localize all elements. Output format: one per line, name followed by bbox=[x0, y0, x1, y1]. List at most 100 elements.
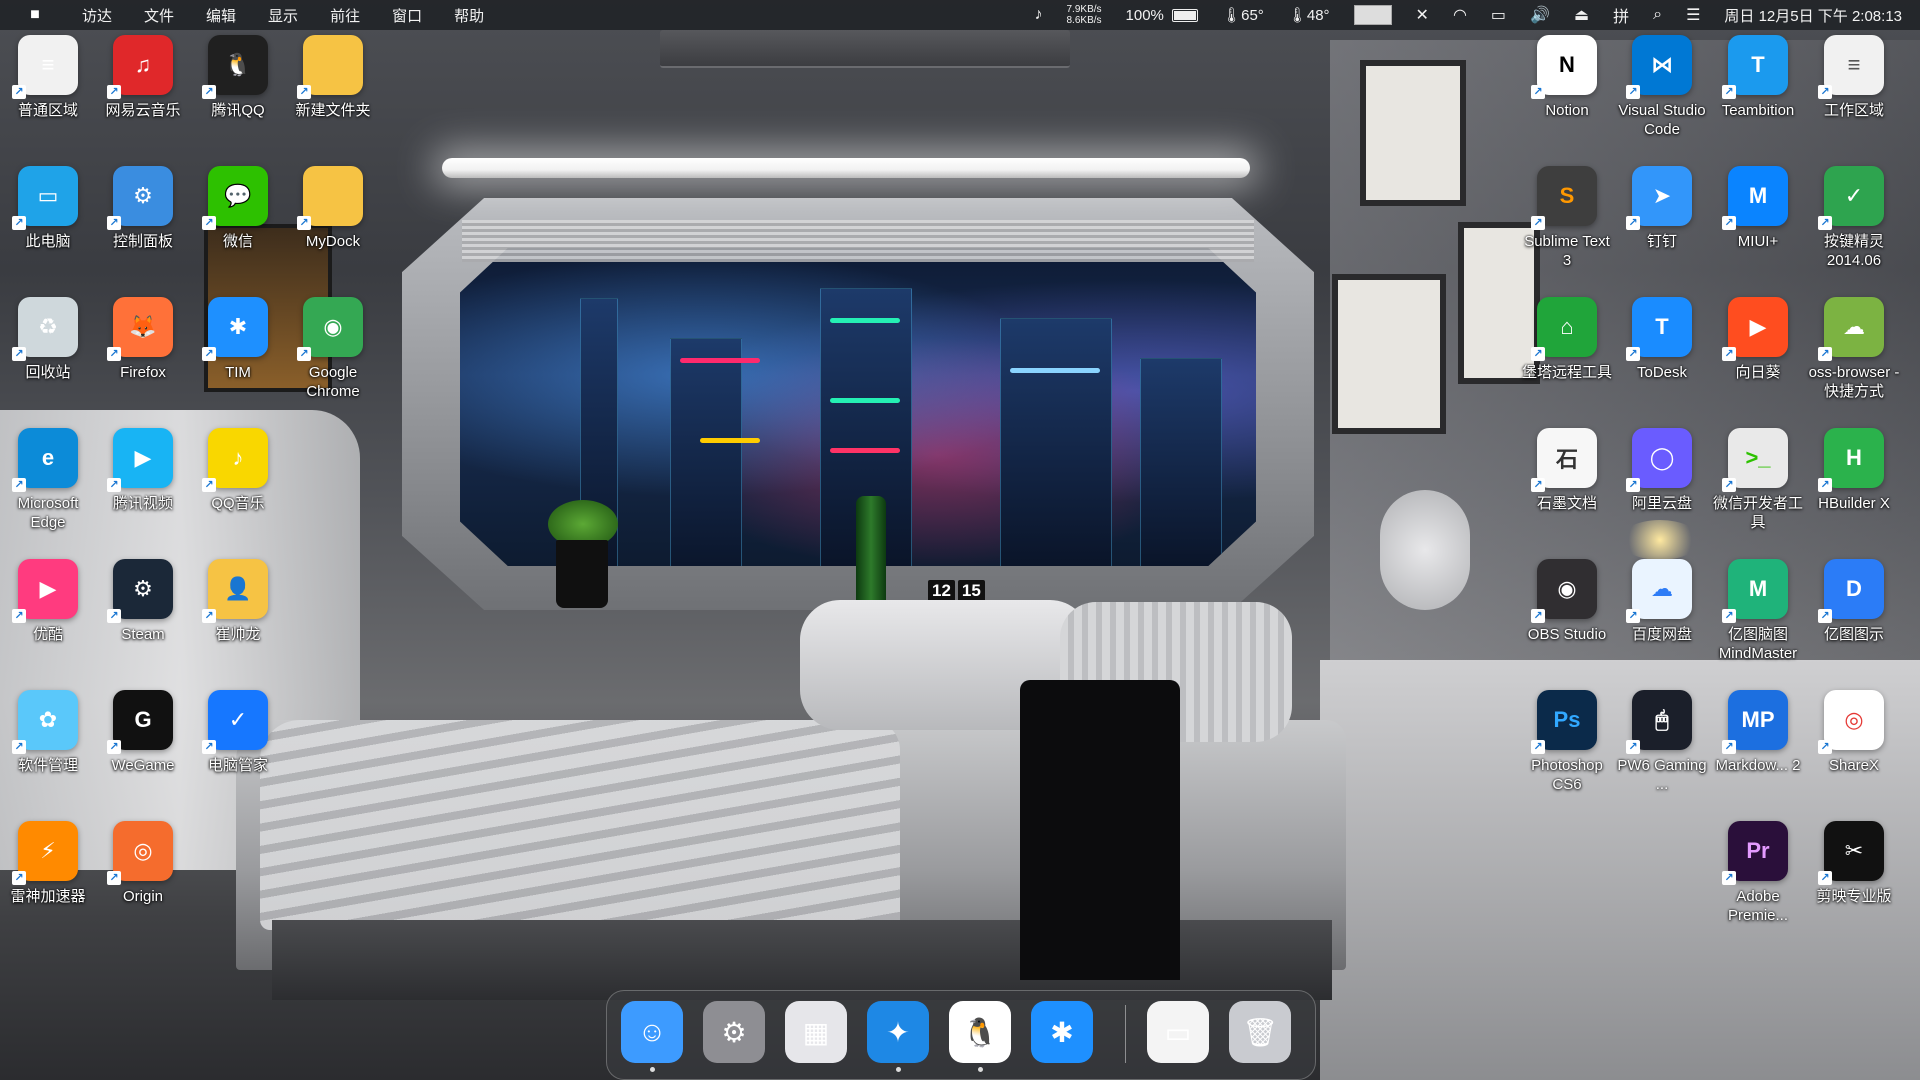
desktop-shortcut[interactable]: ☁ ↗ 百度网盘 bbox=[1614, 559, 1710, 644]
desktop-shortcut[interactable]: ⚙ ↗ Steam bbox=[95, 559, 191, 644]
desktop-shortcut[interactable]: M ↗ 亿图脑图MindMaster bbox=[1710, 559, 1806, 663]
battery-status[interactable]: 100% bbox=[1126, 7, 1199, 24]
network-speed[interactable]: 7.9KB/s 8.6KB/s bbox=[1067, 4, 1102, 26]
desktop-shortcut[interactable]: Pr ↗ Adobe Premie... bbox=[1710, 821, 1806, 925]
menu-go[interactable]: 前往 bbox=[330, 5, 360, 26]
menu-window[interactable]: 窗口 bbox=[392, 5, 422, 26]
desktop-shortcut[interactable]: 🖱 ↗ PW6 Gaming ... bbox=[1614, 690, 1710, 794]
desktop-shortcut[interactable]: ✂ ↗ 剪映专业版 bbox=[1806, 821, 1902, 906]
desktop-shortcut[interactable]: ✿ ↗ 软件管理 bbox=[0, 690, 96, 775]
spotlight-search-icon[interactable]: ⌕ bbox=[1653, 6, 1662, 24]
shortcut-arrow-icon: ↗ bbox=[202, 740, 216, 754]
folder-icon: ↗ bbox=[297, 166, 363, 230]
desktop-shortcut[interactable]: ▶ ↗ 优酷 bbox=[0, 559, 96, 644]
desktop-shortcut[interactable]: S ↗ Sublime Text 3 bbox=[1519, 166, 1615, 270]
desktop-shortcut-label: 向日葵 bbox=[1735, 364, 1781, 381]
mindmaster-icon: M ↗ bbox=[1722, 559, 1788, 623]
clock-hours: 12 bbox=[928, 580, 955, 602]
desktop-shortcut[interactable]: ⌂ ↗ 堡塔远程工具 bbox=[1519, 297, 1615, 382]
control-center-icon[interactable]: ☰ bbox=[1686, 5, 1700, 25]
finder-icon[interactable]: ☺ bbox=[621, 1001, 683, 1063]
tim-icon[interactable]: ✱ bbox=[1031, 1001, 1093, 1063]
desktop-shortcut[interactable]: ↗ 新建文件夹 bbox=[285, 35, 381, 120]
desktop-shortcut[interactable]: 石 ↗ 石墨文档 bbox=[1519, 428, 1615, 513]
desktop-shortcut[interactable]: T ↗ ToDesk bbox=[1614, 297, 1710, 382]
launchpad-icon[interactable]: ▦ bbox=[785, 1001, 847, 1063]
desktop-shortcut[interactable]: ✓ ↗ 按键精灵2014.06 bbox=[1806, 166, 1902, 270]
wifi-icon[interactable]: ◠ bbox=[1453, 5, 1467, 25]
qq-penguin-icon[interactable]: 🐧 bbox=[949, 1001, 1011, 1063]
shortcut-arrow-icon: ↗ bbox=[107, 478, 121, 492]
document-icon: ≡ ↗ bbox=[1818, 35, 1884, 99]
desktop-shortcut[interactable]: N ↗ Notion bbox=[1519, 35, 1615, 120]
wegame-icon: G ↗ bbox=[107, 690, 173, 754]
menu-help[interactable]: 帮助 bbox=[454, 5, 484, 26]
desktop-shortcut[interactable]: ♻ ↗ 回收站 bbox=[0, 297, 96, 382]
desktop-shortcut[interactable]: MP ↗ Markdow... 2 bbox=[1710, 690, 1806, 775]
clock-datetime[interactable]: 周日 12月5日 下午 2:08:13 bbox=[1724, 5, 1902, 26]
desktop-shortcut-label: Notion bbox=[1545, 102, 1589, 119]
desktop-shortcut[interactable]: ◯ ↗ 阿里云盘 bbox=[1614, 428, 1710, 513]
desktop-shortcut[interactable]: 👤 ↗ 崔帅龙 bbox=[190, 559, 286, 644]
shortcut-arrow-icon: ↗ bbox=[1818, 478, 1832, 492]
desktop-shortcut[interactable]: >_ ↗ 微信开发者工具 bbox=[1710, 428, 1806, 532]
script-icon[interactable]: ♪ bbox=[1035, 6, 1043, 24]
cpu-temp[interactable]: 🌡65° bbox=[1222, 6, 1264, 24]
desktop-shortcut[interactable]: M ↗ MIUI+ bbox=[1710, 166, 1806, 251]
shortcut-arrow-icon: ↗ bbox=[1531, 216, 1545, 230]
screenshot-document-icon[interactable]: ▭ bbox=[1147, 1001, 1209, 1063]
trash-icon[interactable]: 🗑 bbox=[1229, 1001, 1291, 1063]
desktop-shortcut[interactable]: ☁ ↗ oss-browser - 快捷方式 bbox=[1806, 297, 1902, 401]
desktop-shortcut-label: 腾讯QQ bbox=[211, 102, 265, 119]
desktop-shortcut[interactable]: ▶ ↗ 腾讯视频 bbox=[95, 428, 191, 513]
desktop-shortcut[interactable]: ➤ ↗ 钉钉 bbox=[1614, 166, 1710, 251]
display-icon[interactable]: ▭ bbox=[1491, 5, 1506, 25]
desktop-shortcut[interactable]: ⚡ ↗ 雷神加速器 bbox=[0, 821, 96, 906]
desktop-shortcut[interactable]: ▶ ↗ 向日葵 bbox=[1710, 297, 1806, 382]
desktop-shortcut[interactable]: ⋈ ↗ Visual Studio Code bbox=[1614, 35, 1710, 139]
desktop-shortcut[interactable]: ↗ MyDock bbox=[285, 166, 381, 251]
desktop-shortcut[interactable]: ◎ ↗ ShareX bbox=[1806, 690, 1902, 775]
vscode-icon: ⋈ ↗ bbox=[1626, 35, 1692, 99]
wechat-icon: 💬 ↗ bbox=[202, 166, 268, 230]
gpu-temp[interactable]: 🌡48° bbox=[1288, 6, 1330, 24]
desktop-shortcut[interactable]: D ↗ 亿图图示 bbox=[1806, 559, 1902, 644]
tencent-video-icon: ▶ ↗ bbox=[107, 428, 173, 492]
desktop-shortcut[interactable]: 💬 ↗ 微信 bbox=[190, 166, 286, 251]
menu-file[interactable]: 文件 bbox=[144, 5, 174, 26]
desktop-shortcut[interactable]: ≡ ↗ 普通区域 bbox=[0, 35, 96, 120]
desktop-shortcut[interactable]: ◎ ↗ Origin bbox=[95, 821, 191, 906]
desktop-shortcut[interactable]: ✓ ↗ 电脑管家 bbox=[190, 690, 286, 775]
desktop-shortcut[interactable]: ◉ ↗ OBS Studio bbox=[1519, 559, 1615, 644]
desktop-shortcut[interactable]: H ↗ HBuilder X bbox=[1806, 428, 1902, 513]
desktop-shortcut[interactable]: e ↗ Microsoft Edge bbox=[0, 428, 96, 532]
desktop-shortcut[interactable]: ≡ ↗ 工作区域 bbox=[1806, 35, 1902, 120]
menu-edit[interactable]: 编辑 bbox=[206, 5, 236, 26]
desktop-shortcut-label: 网易云音乐 bbox=[105, 102, 181, 119]
youku-icon: ▶ ↗ bbox=[12, 559, 78, 623]
shortcut-arrow-icon: ↗ bbox=[202, 216, 216, 230]
desktop-shortcut[interactable]: T ↗ Teambition bbox=[1710, 35, 1806, 120]
activity-graph-icon[interactable] bbox=[1353, 5, 1392, 25]
bluetooth-off-icon[interactable]: ✕ bbox=[1416, 5, 1429, 25]
desktop-shortcut[interactable]: G ↗ WeGame bbox=[95, 690, 191, 775]
aliyun-drive-icon: ◯ ↗ bbox=[1626, 428, 1692, 492]
desktop-shortcut[interactable]: ⚙ ↗ 控制面板 bbox=[95, 166, 191, 251]
desktop-shortcut[interactable]: ♪ ↗ QQ音乐 bbox=[190, 428, 286, 513]
desktop-shortcut[interactable]: ▭ ↗ 此电脑 bbox=[0, 166, 96, 251]
menu-finder[interactable]: 访达 bbox=[82, 5, 112, 26]
desktop-shortcut[interactable]: 🦊 ↗ Firefox bbox=[95, 297, 191, 382]
safari-icon[interactable]: ✦ bbox=[867, 1001, 929, 1063]
volume-icon[interactable]: 🔊 bbox=[1530, 5, 1550, 25]
input-method-icon[interactable]: 拼 bbox=[1613, 3, 1629, 27]
menu-view[interactable]: 显示 bbox=[268, 5, 298, 26]
desktop-shortcut[interactable]: 🐧 ↗ 腾讯QQ bbox=[190, 35, 286, 120]
desktop-shortcut[interactable]: ◉ ↗ Google Chrome bbox=[285, 297, 381, 401]
desktop-shortcut-label: Visual Studio Code bbox=[1618, 102, 1706, 138]
desktop-shortcut[interactable]: ♫ ↗ 网易云音乐 bbox=[95, 35, 191, 120]
eject-icon[interactable]: ⏏ bbox=[1574, 5, 1589, 25]
apple-logo-icon[interactable]: ■ bbox=[20, 6, 50, 24]
desktop-shortcut[interactable]: ✱ ↗ TIM bbox=[190, 297, 286, 382]
system-preferences-icon[interactable]: ⚙ bbox=[703, 1001, 765, 1063]
desktop-shortcut[interactable]: Ps ↗ Photoshop CS6 bbox=[1519, 690, 1615, 794]
